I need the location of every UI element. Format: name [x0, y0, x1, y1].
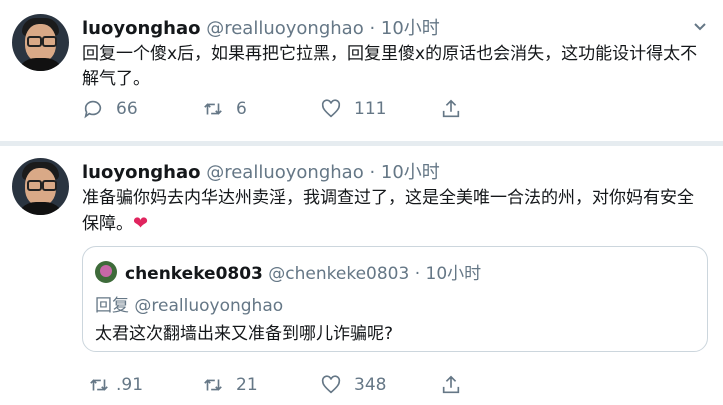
quoted-avatar[interactable]: [95, 261, 117, 283]
quoted-timestamp[interactable]: 10小时: [426, 264, 482, 284]
quoted-author-name[interactable]: chenkeke0803: [125, 264, 263, 284]
avatar[interactable]: [12, 158, 69, 215]
share-icon: [442, 375, 460, 394]
share-button[interactable]: [440, 98, 462, 120]
author-handle[interactable]: @realluoyonghao: [206, 18, 363, 39]
avatar[interactable]: [12, 14, 69, 71]
timestamp[interactable]: 10小时: [381, 18, 440, 39]
separator-dot: ·: [369, 162, 376, 183]
author-name[interactable]: luoyonghao: [82, 18, 200, 39]
tweet-header: luoyonghao @realluoyonghao · 10小时: [82, 14, 440, 40]
quoted-tweet[interactable]: chenkeke0803 @chenkeke0803 · 10小时 回复 @re…: [82, 246, 708, 352]
retweet-count: .91: [116, 375, 144, 395]
author-name[interactable]: luoyonghao: [82, 162, 200, 183]
tweet-text-content: 准备骗你妈去内华达州卖淫，我调查过了，这是全美唯一合法的州，对你妈有安全保障。: [82, 188, 694, 234]
chevron-down-icon[interactable]: [693, 20, 707, 34]
reply-button[interactable]: 66: [82, 98, 138, 120]
retweet-icon: [90, 379, 108, 391]
like-count: 111: [354, 99, 387, 119]
retweet-count: 6: [236, 99, 247, 119]
separator-dot: ·: [414, 264, 421, 284]
heart-emoji-icon: ❤: [133, 213, 149, 234]
retweet-button[interactable]: 6: [202, 98, 247, 120]
tweet-text: 准备骗你妈去内华达州卖淫，我调查过了，这是全美唯一合法的州，对你妈有安全保障。❤: [82, 186, 702, 237]
retweet-button[interactable]: 21: [202, 374, 258, 396]
retweet-button[interactable]: .91: [88, 374, 143, 396]
retweet-icon: [204, 379, 222, 391]
tweet-1[interactable]: luoyonghao @realluoyonghao · 10小时 回复一个傻x…: [0, 0, 723, 142]
quoted-text: 太君这次翻墙出来又准备到哪儿诈骗呢?: [95, 324, 394, 344]
quoted-header: chenkeke0803 @chenkeke0803 · 10小时: [125, 259, 481, 284]
reply-count: 66: [116, 99, 138, 119]
quoted-author-handle[interactable]: @chenkeke0803: [268, 264, 409, 284]
author-handle[interactable]: @realluoyonghao: [206, 162, 363, 183]
reply-icon: [84, 100, 102, 119]
like-count: 348: [354, 375, 387, 395]
action-bar: .91 21 348: [82, 374, 702, 398]
like-icon: [321, 375, 341, 394]
share-icon: [442, 99, 460, 118]
like-button[interactable]: 348: [320, 374, 386, 396]
reply-to-label[interactable]: 回复 @realluoyonghao: [95, 291, 283, 316]
retweet-count: 21: [236, 375, 258, 395]
share-button[interactable]: [440, 374, 462, 396]
tweet-header: luoyonghao @realluoyonghao · 10小时: [82, 158, 440, 184]
action-bar: 66 6 111: [82, 98, 702, 122]
like-icon: [321, 99, 341, 118]
separator-dot: ·: [369, 18, 376, 39]
like-button[interactable]: 111: [320, 98, 386, 120]
retweet-icon: [204, 103, 222, 115]
timestamp[interactable]: 10小时: [381, 162, 440, 183]
tweet-2[interactable]: luoyonghao @realluoyonghao · 10小时 准备骗你妈去…: [0, 146, 723, 405]
tweet-text: 回复一个傻x后，如果再把它拉黑，回复里傻x的原话也会消失，这功能设计得太不解气了…: [82, 44, 698, 89]
